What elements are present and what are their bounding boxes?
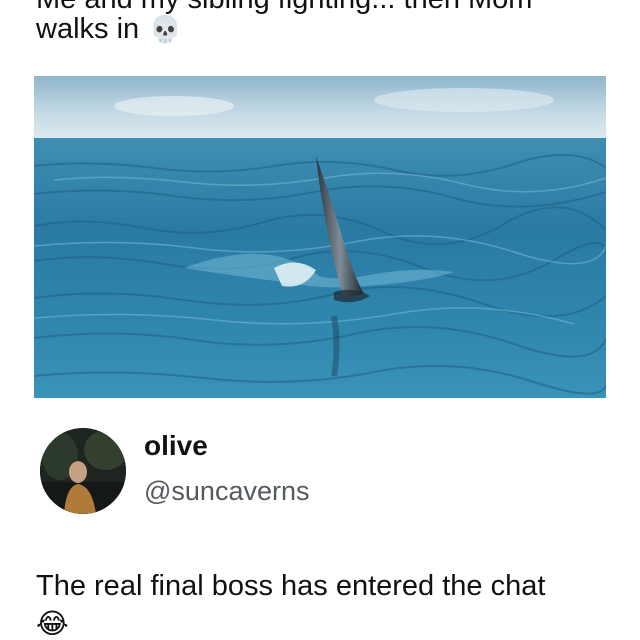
tweet-text: The real final boss has entered the chat <box>36 570 546 602</box>
avatar[interactable] <box>40 428 126 514</box>
ocean-shark-fin-image <box>34 76 606 398</box>
profile-photo <box>40 428 126 514</box>
post-caption-line-2: walks in 💀 <box>36 12 182 46</box>
caption-text: walks in <box>36 13 140 45</box>
user-handle[interactable]: @suncaverns <box>144 476 309 507</box>
laughing-emoji-icon: 😂 <box>36 608 69 639</box>
shark-fin-photo[interactable] <box>34 76 606 398</box>
display-name[interactable]: olive <box>144 430 208 462</box>
skull-emoji-icon: 💀 <box>149 14 182 44</box>
